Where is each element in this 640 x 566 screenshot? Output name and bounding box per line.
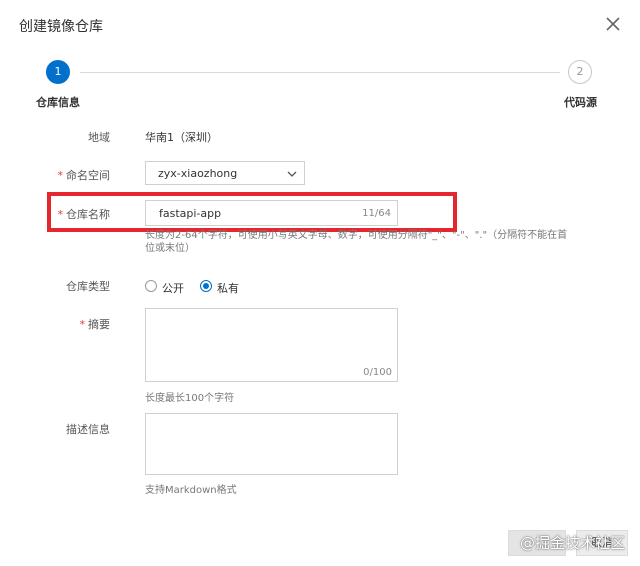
summary-textarea[interactable]: 0/100: [145, 308, 398, 382]
repo-type-label: 仓库类型: [66, 280, 110, 293]
radio-public-label: 公开: [162, 282, 184, 295]
region-label: 地域: [88, 131, 110, 144]
step-1-indicator: 1: [46, 60, 70, 84]
repo-name-label: * 仓库名称: [57, 208, 111, 221]
step-2-label[interactable]: 代码源: [564, 94, 597, 110]
create-repo-dialog: 创建镜像仓库 1 2 仓库信息 代码源 地域 华南1（深圳） * 命名空间 zyx…: [0, 0, 640, 566]
step-connector: [80, 72, 560, 73]
repo-name-help: 长度为2-64个字符，可使用小写英文字母、数字，可使用分隔符"_"、"-"、".…: [145, 230, 568, 254]
region-value: 华南1（深圳）: [145, 131, 218, 144]
description-label: 描述信息: [66, 423, 110, 436]
namespace-select[interactable]: zyx-xiaozhong: [145, 161, 305, 185]
dialog-title: 创建镜像仓库: [19, 19, 103, 35]
cancel-button[interactable]: 取消: [576, 530, 628, 556]
required-mark: *: [57, 208, 64, 221]
confirm-button[interactable]: [508, 530, 566, 556]
step-2-indicator[interactable]: 2: [568, 60, 592, 84]
summary-counter: 0/100: [363, 367, 392, 378]
repo-name-value: fastapi-app: [159, 207, 222, 220]
repo-name-counter: 11/64: [362, 208, 391, 219]
radio-circle: [145, 280, 157, 292]
summary-label: * 摘要: [79, 318, 111, 331]
chevron-down-icon: [287, 171, 297, 177]
radio-private-label: 私有: [217, 282, 239, 295]
required-mark: *: [79, 318, 86, 331]
namespace-label: * 命名空间: [57, 169, 111, 182]
repo-name-input[interactable]: fastapi-app 11/64: [145, 200, 398, 226]
summary-note: 长度最长100个字符: [145, 393, 235, 404]
radio-circle-selected: [200, 280, 212, 292]
close-icon[interactable]: [604, 15, 622, 33]
description-textarea[interactable]: [145, 413, 398, 475]
step-1-label: 仓库信息: [36, 96, 80, 109]
required-mark: *: [57, 169, 64, 182]
namespace-select-value: zyx-xiaozhong: [158, 167, 238, 180]
description-note: 支持Markdown格式: [145, 485, 237, 496]
